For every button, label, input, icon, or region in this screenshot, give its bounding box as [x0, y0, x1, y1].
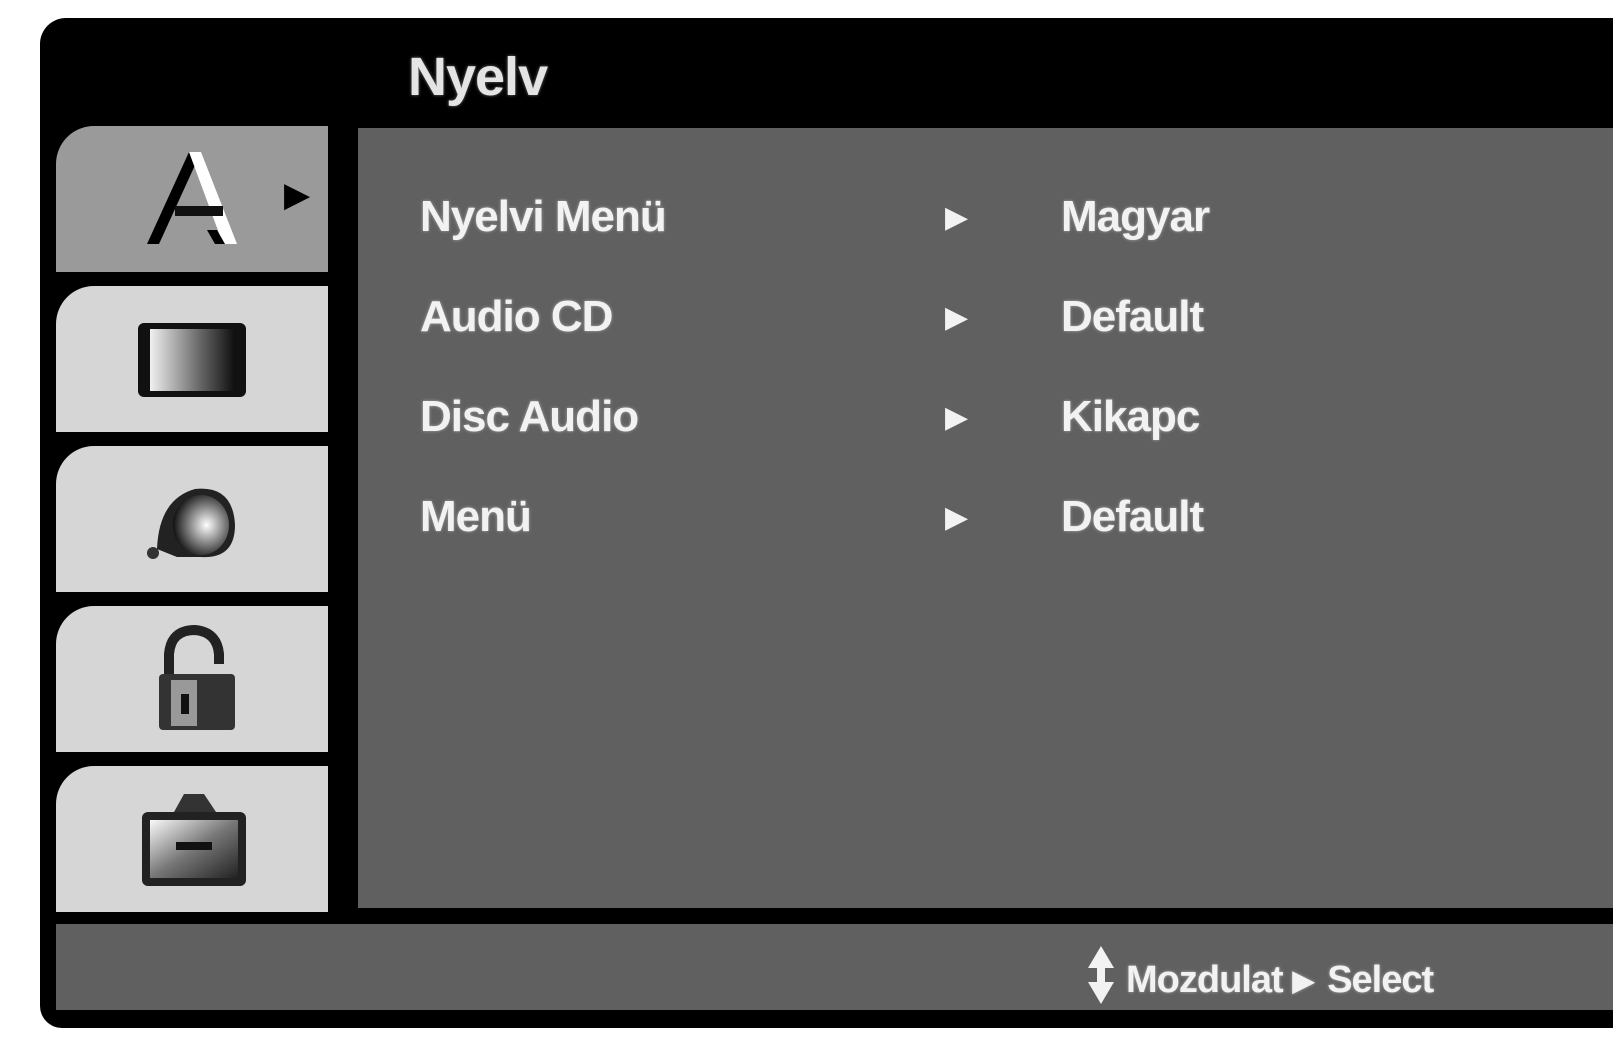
audio-icon: [137, 469, 247, 569]
setting-arrow-icon: ▶: [945, 201, 969, 234]
setting-label: Audio CD: [420, 292, 613, 341]
setting-label: Disc Audio: [420, 392, 639, 441]
tab-lock[interactable]: [56, 606, 328, 752]
setting-arrow-icon: ▶: [945, 401, 969, 434]
setting-value: Magyar: [1061, 192, 1210, 241]
active-tab-arrow: ▶: [284, 176, 311, 214]
select-arrow-icon: ▶: [1292, 964, 1315, 996]
setting-value: Default: [1061, 292, 1204, 341]
others-icon: [132, 784, 252, 894]
help-bar: Mozdulat ▶ Select: [56, 924, 1613, 1010]
setting-label: Menü: [420, 492, 532, 541]
tab-others[interactable]: [56, 766, 328, 912]
setting-row-menu-language[interactable]: Nyelvi Menü ▶ Magyar: [358, 188, 1613, 258]
category-tabs: ▶: [56, 126, 328, 912]
display-icon: [132, 309, 252, 409]
setup-menu-screen: Nyelv ▶ Nyelvi Menü ▶ Magyar Audio CD ▶ …: [40, 18, 1613, 1028]
tab-language[interactable]: ▶: [56, 126, 328, 272]
setting-row-audio-cd[interactable]: Audio CD ▶ Default: [358, 288, 1613, 358]
setting-arrow-icon: ▶: [945, 301, 969, 334]
setting-row-disc-audio[interactable]: Disc Audio ▶ Kikapc: [358, 388, 1613, 458]
language-icon: [137, 144, 247, 254]
setting-arrow-icon: ▶: [945, 501, 969, 534]
setting-value: Kikapc: [1061, 392, 1200, 441]
setting-value: Default: [1061, 492, 1204, 541]
menu-title: Nyelv: [408, 47, 548, 107]
setting-row-menu[interactable]: Menü ▶ Default: [358, 488, 1613, 558]
up-down-arrows-icon: [1086, 944, 1116, 1016]
lock-icon: [137, 624, 247, 734]
move-label: Mozdulat: [1126, 958, 1284, 1001]
setting-label: Nyelvi Menü: [420, 192, 667, 241]
tab-audio[interactable]: [56, 446, 328, 592]
tab-display[interactable]: [56, 286, 328, 432]
settings-panel: Nyelvi Menü ▶ Magyar Audio CD ▶ Default …: [358, 128, 1613, 908]
navigation-hint: Mozdulat ▶ Select: [1086, 944, 1434, 1016]
select-label: Select: [1327, 958, 1434, 1001]
